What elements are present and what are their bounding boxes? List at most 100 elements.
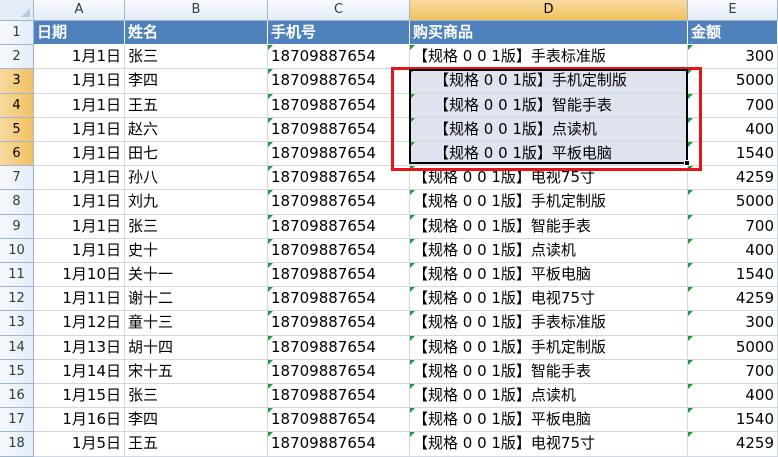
cell-phone[interactable]: 18709887654: [268, 117, 410, 142]
cell-amount[interactable]: 400: [688, 238, 778, 263]
cell-product[interactable]: 【规格 0 0 1版】电视75寸: [410, 432, 688, 457]
cell-phone[interactable]: 18709887654: [268, 190, 410, 215]
cell-amount[interactable]: 4259: [688, 432, 778, 457]
cell-phone[interactable]: 18709887654: [268, 166, 410, 191]
cell-product[interactable]: 【规格 0 0 1版】平板电脑: [410, 263, 688, 288]
cell-product[interactable]: 【规格 0 0 1版】智能手表: [410, 214, 688, 239]
row-header-3[interactable]: 3: [0, 69, 34, 94]
cell-amount[interactable]: 5000: [688, 69, 778, 94]
table-header-cell[interactable]: 日期: [34, 21, 125, 46]
cell-name[interactable]: 童十三: [125, 311, 268, 336]
cell-product[interactable]: 【规格 0 0 1版】平板电脑: [410, 408, 688, 433]
cell-name[interactable]: 史十: [125, 238, 268, 263]
cell-name[interactable]: 宋十五: [125, 359, 268, 384]
cell-phone[interactable]: 18709887654: [268, 142, 410, 167]
column-header-e[interactable]: E: [688, 0, 778, 21]
table-header-cell[interactable]: 手机号: [268, 21, 410, 46]
row-header-2[interactable]: 2: [0, 45, 34, 70]
cell-product[interactable]: 【规格 0 0 1版】智能手表: [410, 359, 688, 384]
cell-date[interactable]: 1月1日: [34, 214, 125, 239]
cell-product[interactable]: 【规格 0 0 1版】智能手表: [410, 93, 688, 118]
cell-date[interactable]: 1月11日: [34, 287, 125, 312]
cell-name[interactable]: 李四: [125, 408, 268, 433]
cell-amount[interactable]: 700: [688, 359, 778, 384]
cell-date[interactable]: 1月1日: [34, 238, 125, 263]
cell-product[interactable]: 【规格 0 0 1版】电视75寸: [410, 287, 688, 312]
cell-date[interactable]: 1月15日: [34, 384, 125, 409]
cell-product[interactable]: 【规格 0 0 1版】手机定制版: [410, 190, 688, 215]
cell-phone[interactable]: 18709887654: [268, 335, 410, 360]
cell-product[interactable]: 【规格 0 0 1版】点读机: [410, 384, 688, 409]
row-header-11[interactable]: 11: [0, 263, 34, 288]
cell-phone[interactable]: 18709887654: [268, 214, 410, 239]
cell-name[interactable]: 刘九: [125, 190, 268, 215]
cell-amount[interactable]: 400: [688, 117, 778, 142]
column-header-b[interactable]: B: [125, 0, 268, 21]
cell-name[interactable]: 田七: [125, 142, 268, 167]
cell-product[interactable]: 【规格 0 0 1版】平板电脑: [410, 142, 688, 167]
select-all-corner[interactable]: [0, 0, 34, 21]
cell-phone[interactable]: 18709887654: [268, 359, 410, 384]
cell-date[interactable]: 1月16日: [34, 408, 125, 433]
cell-product[interactable]: 【规格 0 0 1版】点读机: [410, 117, 688, 142]
cell-name[interactable]: 张三: [125, 384, 268, 409]
row-header-4[interactable]: 4: [0, 93, 34, 118]
cell-date[interactable]: 1月13日: [34, 335, 125, 360]
cell-phone[interactable]: 18709887654: [268, 384, 410, 409]
cell-phone[interactable]: 18709887654: [268, 287, 410, 312]
cell-phone[interactable]: 18709887654: [268, 45, 410, 70]
table-header-cell[interactable]: 姓名: [125, 21, 268, 46]
cell-date[interactable]: 1月1日: [34, 93, 125, 118]
cell-date[interactable]: 1月1日: [34, 142, 125, 167]
cell-phone[interactable]: 18709887654: [268, 432, 410, 457]
row-header-15[interactable]: 15: [0, 359, 34, 384]
cell-phone[interactable]: 18709887654: [268, 69, 410, 94]
cell-amount[interactable]: 1540: [688, 263, 778, 288]
row-header-12[interactable]: 12: [0, 287, 34, 312]
cell-amount[interactable]: 1540: [688, 408, 778, 433]
row-header-17[interactable]: 17: [0, 408, 34, 433]
cell-amount[interactable]: 4259: [688, 287, 778, 312]
row-header-8[interactable]: 8: [0, 190, 34, 215]
column-header-d[interactable]: D: [410, 0, 688, 21]
cell-name[interactable]: 张三: [125, 45, 268, 70]
cell-amount[interactable]: 4259: [688, 166, 778, 191]
cell-date[interactable]: 1月14日: [34, 359, 125, 384]
cell-date[interactable]: 1月10日: [34, 263, 125, 288]
cell-date[interactable]: 1月1日: [34, 117, 125, 142]
cell-amount[interactable]: 300: [688, 45, 778, 70]
table-header-cell[interactable]: 购买商品: [410, 21, 688, 46]
cell-amount[interactable]: 700: [688, 93, 778, 118]
row-header-5[interactable]: 5: [0, 117, 34, 142]
fill-handle[interactable]: [684, 160, 690, 166]
cell-product[interactable]: 【规格 0 0 1版】点读机: [410, 238, 688, 263]
row-header-16[interactable]: 16: [0, 384, 34, 409]
row-header-18[interactable]: 18: [0, 432, 34, 457]
cell-amount[interactable]: 300: [688, 311, 778, 336]
cell-name[interactable]: 谢十二: [125, 287, 268, 312]
cell-name[interactable]: 张三: [125, 214, 268, 239]
cell-product[interactable]: 【规格 0 0 1版】手机定制版: [410, 335, 688, 360]
cell-phone[interactable]: 18709887654: [268, 311, 410, 336]
cell-amount[interactable]: 5000: [688, 335, 778, 360]
row-header-6[interactable]: 6: [0, 142, 34, 167]
row-header-13[interactable]: 13: [0, 311, 34, 336]
cell-amount[interactable]: 1540: [688, 142, 778, 167]
table-header-cell[interactable]: 金额: [688, 21, 778, 46]
cell-product[interactable]: 【规格 0 0 1版】电视75寸: [410, 166, 688, 191]
cell-amount[interactable]: 5000: [688, 190, 778, 215]
cell-product[interactable]: 【规格 0 0 1版】手表标准版: [410, 45, 688, 70]
cell-name[interactable]: 王五: [125, 93, 268, 118]
cell-date[interactable]: 1月5日: [34, 432, 125, 457]
cell-name[interactable]: 关十一: [125, 263, 268, 288]
cell-date[interactable]: 1月1日: [34, 69, 125, 94]
cell-name[interactable]: 赵六: [125, 117, 268, 142]
row-header-10[interactable]: 10: [0, 238, 34, 263]
cell-name[interactable]: 王五: [125, 432, 268, 457]
row-header-9[interactable]: 9: [0, 214, 34, 239]
cell-name[interactable]: 李四: [125, 69, 268, 94]
cell-date[interactable]: 1月1日: [34, 190, 125, 215]
cell-amount[interactable]: 400: [688, 384, 778, 409]
row-header-7[interactable]: 7: [0, 166, 34, 191]
cell-phone[interactable]: 18709887654: [268, 408, 410, 433]
